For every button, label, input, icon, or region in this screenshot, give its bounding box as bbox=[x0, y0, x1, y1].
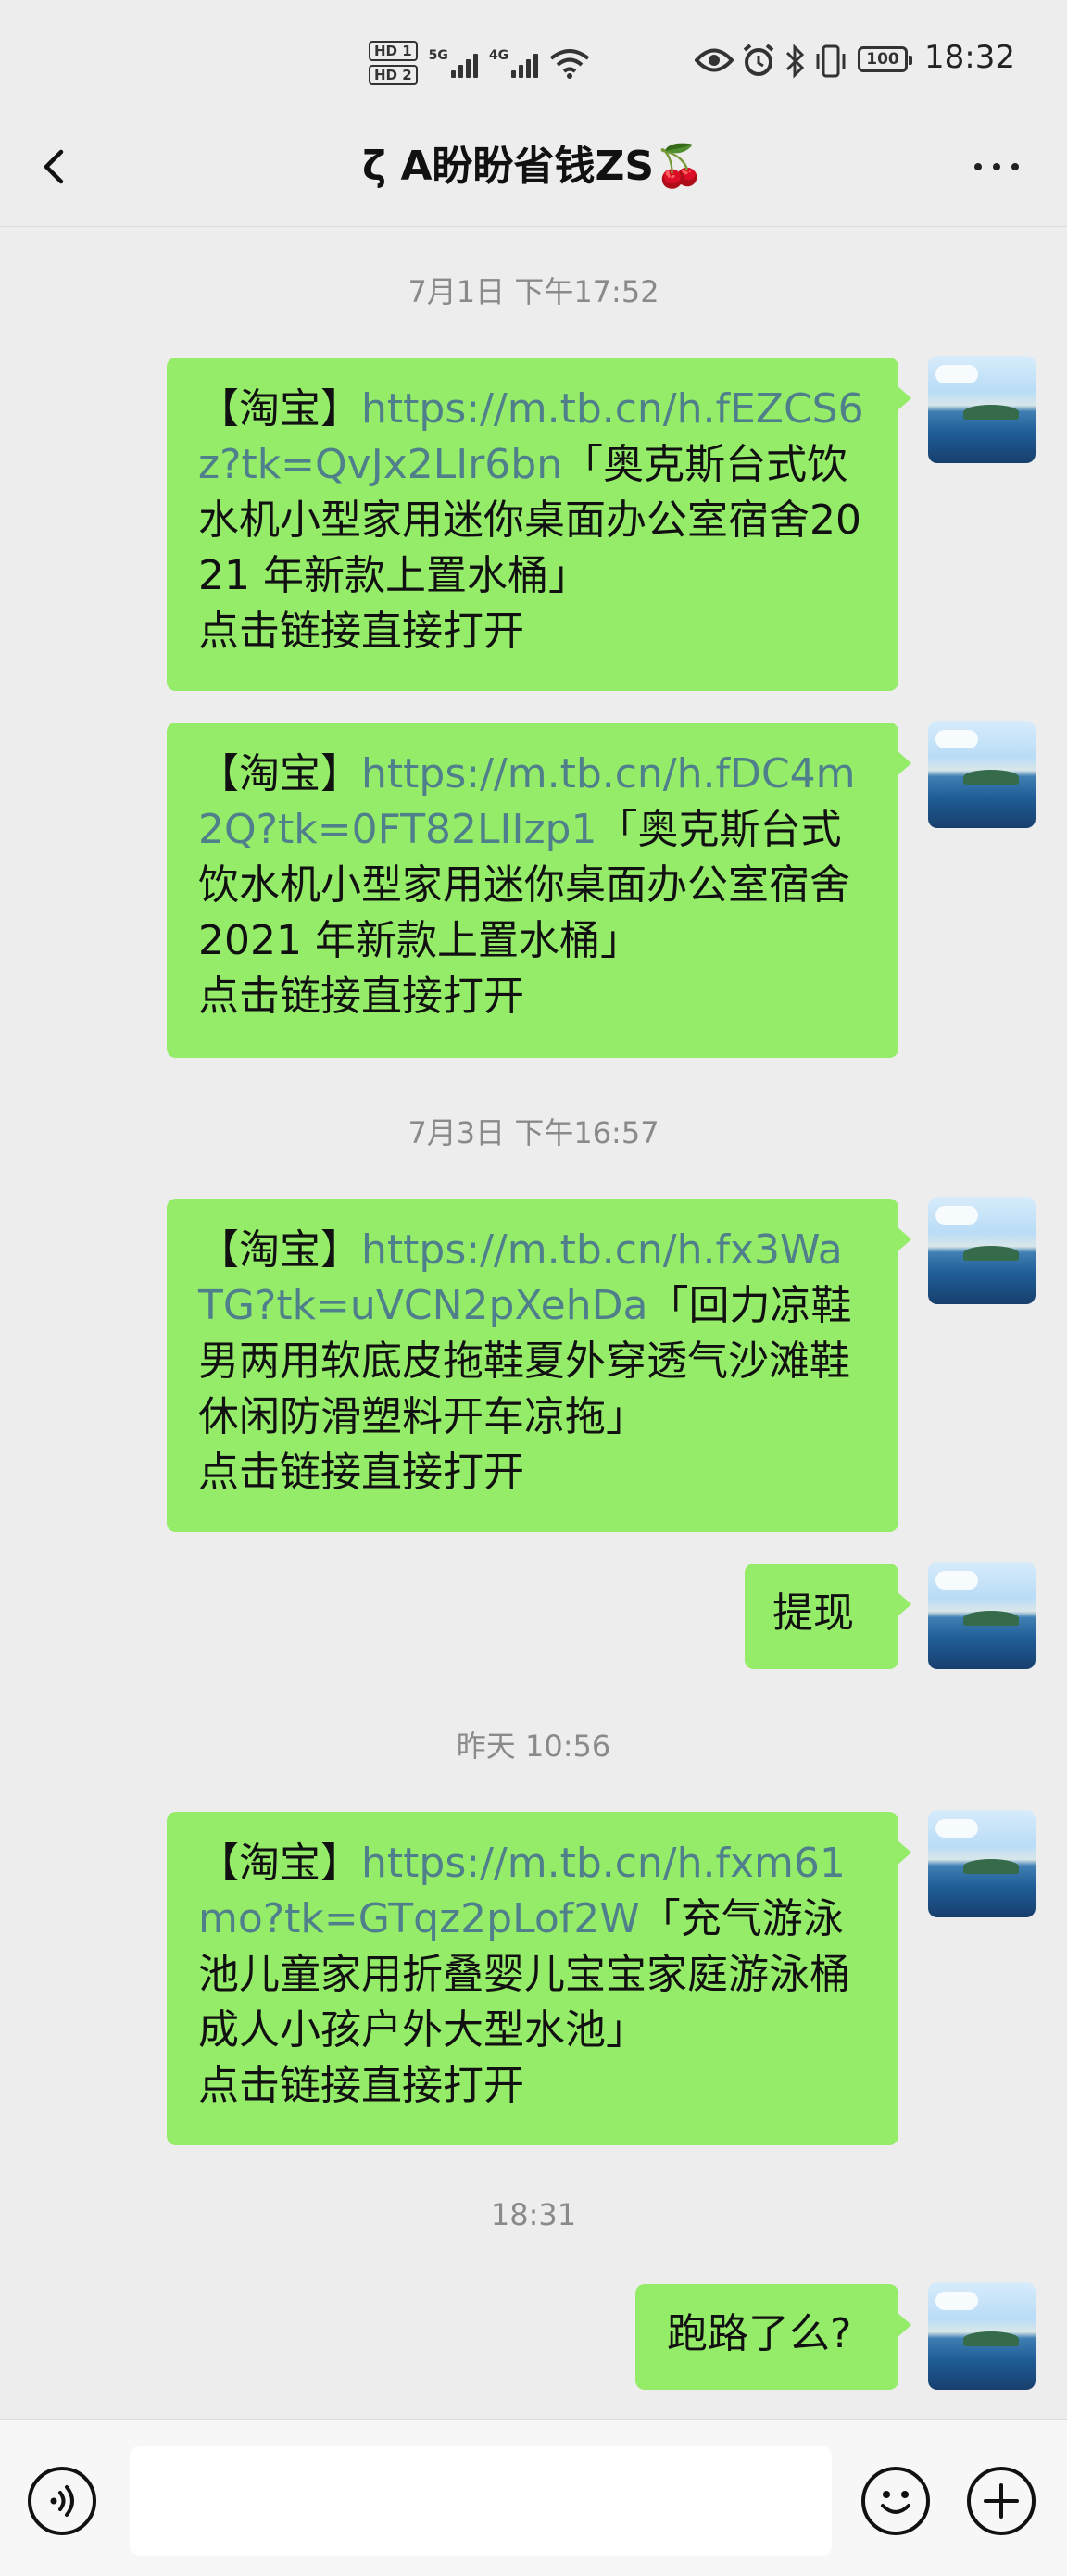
eye-icon bbox=[695, 48, 734, 72]
source-prefix: 【淘宝】 bbox=[198, 1226, 361, 1274]
plus-button[interactable] bbox=[967, 2467, 1036, 2535]
source-prefix: 【淘宝】 bbox=[198, 385, 361, 433]
avatar[interactable] bbox=[928, 356, 1036, 463]
message-bubble[interactable]: 【淘宝】https://m.tb.cn/h.fxm61mo?tk=GTqz2pL… bbox=[167, 1812, 911, 2145]
back-button[interactable] bbox=[24, 133, 91, 200]
chevron-left-icon bbox=[44, 149, 64, 184]
more-button[interactable] bbox=[950, 133, 1043, 200]
timestamp: 昨天 10:56 bbox=[456, 1728, 611, 1764]
chat-header: ζ A盼盼省钱ZS🍒 bbox=[0, 111, 1067, 227]
source-prefix: 【淘宝】 bbox=[198, 750, 361, 798]
vibrate-icon bbox=[816, 44, 846, 78]
chat-title: ζ A盼盼省钱ZS🍒 bbox=[362, 143, 705, 190]
avatar[interactable] bbox=[928, 1810, 1036, 1917]
source-prefix: 【淘宝】 bbox=[198, 1840, 361, 1887]
message-bubble[interactable]: 【淘宝】https://m.tb.cn/h.fDC4m2Q?tk=0FT82LI… bbox=[167, 723, 911, 1058]
battery-indicator: 100 bbox=[858, 46, 912, 72]
emoji-button[interactable] bbox=[861, 2467, 930, 2535]
input-bar bbox=[0, 2419, 1067, 2576]
message-text: 提现 bbox=[772, 1590, 854, 1637]
avatar[interactable] bbox=[928, 1197, 1036, 1304]
avatar[interactable] bbox=[928, 1562, 1036, 1669]
emoji-icon bbox=[881, 2491, 910, 2514]
message-footer: 点击链接直接打开 bbox=[198, 973, 524, 1020]
alarm-icon bbox=[743, 44, 774, 76]
more-dots-icon bbox=[974, 163, 1019, 170]
message-bubble[interactable]: 提现 bbox=[745, 1564, 911, 1669]
message-footer: 点击链接直接打开 bbox=[198, 1449, 524, 1496]
message-footer: 点击链接直接打开 bbox=[198, 608, 524, 655]
plus-icon bbox=[984, 2483, 1019, 2519]
voice-icon bbox=[50, 2485, 74, 2517]
timestamp: 7月1日 下午17:52 bbox=[408, 274, 659, 309]
avatar[interactable] bbox=[928, 2282, 1036, 2390]
timestamp: 7月3日 下午16:57 bbox=[408, 1115, 659, 1150]
timestamp: 18:31 bbox=[490, 2197, 577, 2232]
clock: 18:32 bbox=[924, 39, 1015, 76]
status-bar: HD 1 HD 2 5G 4G 100 18:32 bbox=[0, 0, 1067, 111]
message-text: 跑路了么? bbox=[667, 2310, 852, 2357]
message-bubble[interactable]: 【淘宝】https://m.tb.cn/h.fEZCS6z?tk=QvJx2LI… bbox=[167, 358, 911, 691]
message-bubble[interactable]: 【淘宝】https://m.tb.cn/h.fx3WaTG?tk=uVCN2pX… bbox=[167, 1199, 911, 1532]
message-input[interactable] bbox=[130, 2446, 832, 2556]
voice-button[interactable] bbox=[28, 2467, 96, 2535]
bluetooth-icon bbox=[785, 44, 805, 79]
message-footer: 点击链接直接打开 bbox=[198, 2062, 524, 2109]
message-bubble[interactable]: 跑路了么? bbox=[635, 2284, 911, 2390]
avatar[interactable] bbox=[928, 721, 1036, 828]
